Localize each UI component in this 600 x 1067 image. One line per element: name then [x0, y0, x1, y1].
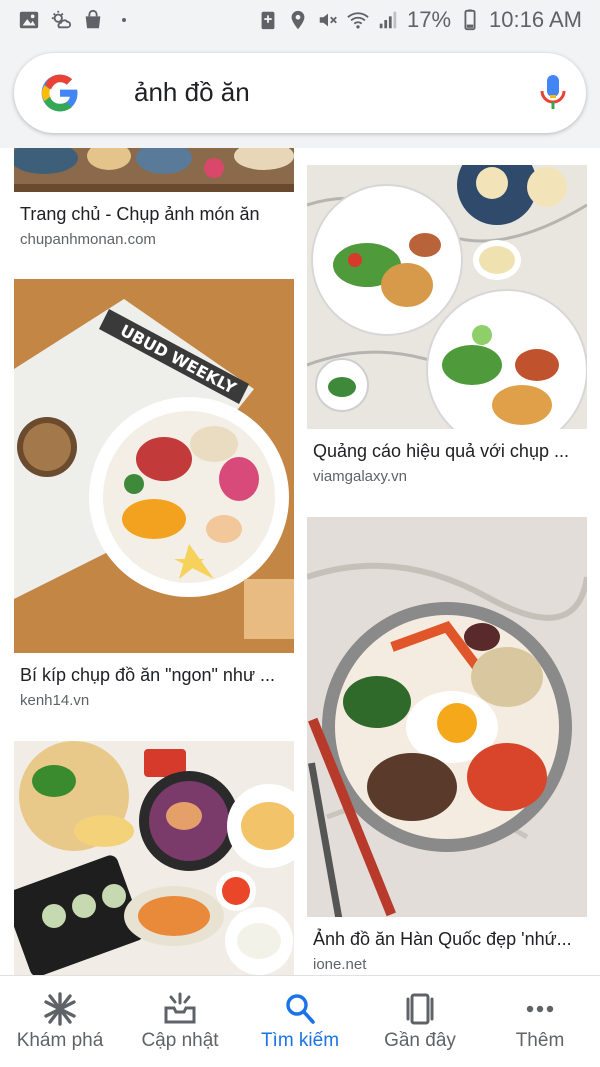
- result-source: chupanhmonan.com: [20, 231, 156, 248]
- signal-icon: [379, 11, 397, 29]
- weather-icon: [51, 10, 72, 29]
- food-photo: [307, 517, 587, 917]
- result-thumbnail[interactable]: [14, 741, 294, 975]
- food-photo: [14, 148, 294, 192]
- notification-dot: [122, 18, 126, 22]
- nav-label: Cập nhật: [141, 1030, 219, 1051]
- result-card[interactable]: [14, 741, 294, 975]
- nav-label: Gần đây: [384, 1030, 456, 1051]
- search-icon: [286, 994, 315, 1024]
- result-title[interactable]: Bí kíp chụp đồ ăn "ngon" như ...: [20, 665, 275, 686]
- search-bar[interactable]: ảnh đồ ăn: [14, 53, 586, 133]
- result-title[interactable]: Quảng cáo hiệu quả với chụp ...: [313, 441, 569, 462]
- result-title[interactable]: Ảnh đồ ăn Hàn Quốc đẹp 'nhứ...: [313, 929, 572, 950]
- result-source: viamgalaxy.vn: [313, 468, 407, 485]
- image-results: Trang chủ - Chụp ảnh món ăn chupanhmonan…: [0, 148, 600, 975]
- nav-item-them[interactable]: Thêm: [480, 976, 600, 1067]
- result-card[interactable]: Trang chủ - Chụp ảnh món ăn chupanhmonan…: [14, 148, 294, 253]
- location-icon: [291, 10, 305, 30]
- asterisk-icon: [44, 992, 76, 1026]
- result-thumbnail[interactable]: [307, 517, 587, 917]
- result-thumbnail[interactable]: [14, 148, 294, 192]
- status-left: [18, 9, 126, 31]
- bottom-navigation: Khám phá Cập nhật Tìm kiếm Gần đây Thêm: [0, 975, 600, 1067]
- data-saver-icon: [261, 11, 275, 30]
- nav-item-kham-pha[interactable]: Khám phá: [0, 976, 120, 1067]
- nav-item-cap-nhat[interactable]: Cập nhật: [120, 976, 240, 1067]
- result-thumbnail[interactable]: [307, 165, 587, 429]
- search-query[interactable]: ảnh đồ ăn: [134, 77, 250, 108]
- food-photo: [14, 741, 294, 975]
- nav-label: Khám phá: [16, 1030, 104, 1051]
- battery-percent: 17%: [407, 7, 452, 32]
- search-header: ảnh đồ ăn: [0, 40, 600, 148]
- microphone-icon[interactable]: [538, 73, 568, 113]
- nav-item-gan-day[interactable]: Gần đây: [360, 976, 480, 1067]
- nav-item-tim-kiem[interactable]: Tìm kiếm: [240, 976, 360, 1067]
- nav-label: Thêm: [515, 1030, 565, 1051]
- status-right: 17% 10:16 AM: [257, 7, 582, 33]
- result-card[interactable]: UBUD WEEKLY Bí kíp chụp đồ ăn "ngon" như…: [14, 279, 294, 709]
- mute-icon: [319, 13, 337, 27]
- clock: 10:16 AM: [489, 7, 582, 32]
- shopping-bag-icon: [85, 9, 101, 29]
- image-icon: [19, 11, 39, 29]
- result-card[interactable]: Ảnh đồ ăn Hàn Quốc đẹp 'nhứ... ione.net: [307, 517, 587, 975]
- result-thumbnail[interactable]: UBUD WEEKLY: [14, 279, 294, 653]
- food-photo: UBUD WEEKLY: [14, 279, 294, 653]
- wifi-icon: [347, 12, 369, 29]
- inbox-updates-icon: [164, 992, 196, 1024]
- result-card[interactable]: Quảng cáo hiệu quả với chụp ... viamgala…: [307, 165, 587, 495]
- more-dots-icon: [526, 1005, 554, 1013]
- result-source: kenh14.vn: [20, 692, 90, 709]
- google-logo-icon: [41, 74, 78, 112]
- battery-icon: [464, 9, 476, 31]
- food-photo: [307, 165, 587, 429]
- result-title[interactable]: Trang chủ - Chụp ảnh món ăn: [20, 204, 259, 225]
- nav-label: Tìm kiếm: [260, 1030, 340, 1051]
- recent-tabs-icon: [406, 993, 434, 1025]
- result-source: ione.net: [313, 956, 367, 973]
- status-bar: 17% 10:16 AM: [0, 0, 600, 40]
